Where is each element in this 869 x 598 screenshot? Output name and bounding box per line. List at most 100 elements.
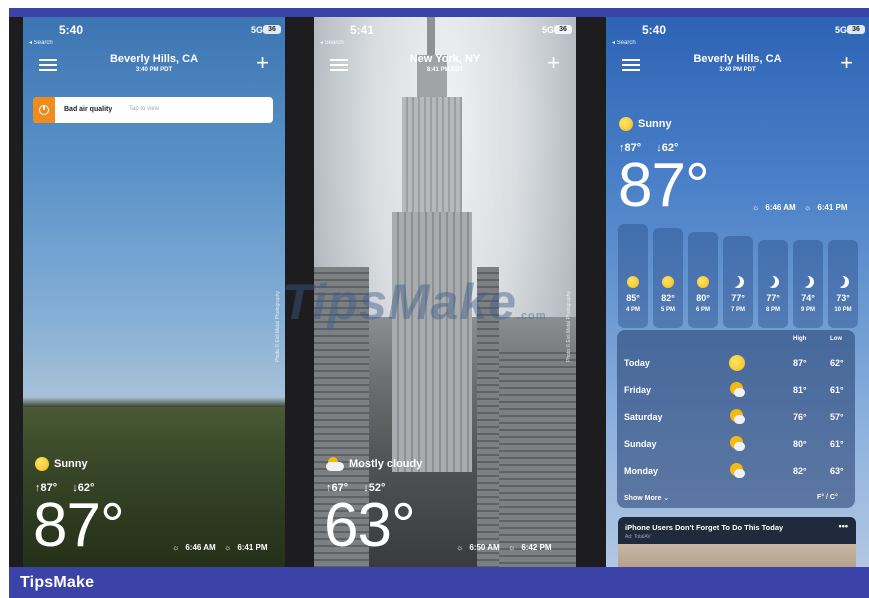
screenshot-frame: 5:40 ◂ Search 5G 36 Beverly Hills, CA 3:… [0, 0, 869, 598]
partly-cloudy-icon [729, 463, 745, 479]
daily-row[interactable]: Today 87° 62° [617, 350, 855, 377]
building-right [499, 347, 576, 567]
sun-icon [627, 276, 639, 288]
current-temp: 63° [324, 491, 416, 560]
tower-base [392, 212, 472, 472]
sunset-icon: ☼ [223, 543, 232, 552]
sunrise-icon: ☼ [172, 543, 180, 552]
partly-cloudy-icon [729, 436, 745, 452]
day-high: 76° [793, 412, 807, 422]
condition-label: Sunny [54, 458, 88, 470]
city-name: New York, NY [409, 53, 481, 65]
current-temp: 87° [618, 151, 710, 220]
clock: 5:41 [350, 23, 375, 37]
sunrise-time: 6:50 AM [469, 543, 500, 552]
day-name: Today [624, 358, 650, 368]
status-bar: 5:40 ◂ Search 5G 36 [23, 23, 285, 46]
back-to-search-link[interactable]: ◂ Search [29, 39, 53, 46]
sponsored-source: Ad: TotalAV [625, 534, 651, 540]
add-location-button[interactable]: + [840, 51, 853, 75]
current-condition: Sunny [619, 117, 672, 131]
hourly-temp: 77° [766, 293, 780, 303]
day-low: 61° [830, 385, 844, 395]
city-local-time: 3:40 PM PDT [135, 67, 173, 73]
partly-cloudy-icon [326, 457, 344, 471]
phone-screen-beverly-hills-forecast: 5:40 ◂ Search 5G 36 Beverly Hills, CA 3:… [606, 17, 869, 567]
daily-row[interactable]: Sunday 80° 61° [617, 431, 855, 458]
day-name: Friday [624, 385, 652, 395]
sunrise-icon: ☼ [456, 543, 464, 552]
sunrise-time: 6:46 AM [185, 543, 216, 552]
hourly-item: 73° 10 PM [828, 240, 858, 328]
show-more-button[interactable]: Show More ⌄ [624, 494, 669, 502]
sun-icon [697, 276, 709, 288]
location-header: Beverly Hills, CA 3:40 PM PDT + [23, 51, 285, 81]
sponsored-title: iPhone Users Don't Forget To Do This Tod… [625, 523, 784, 532]
day-high: 81° [793, 385, 807, 395]
hourly-time: 9 PM [800, 307, 815, 313]
sunrise-icon: ☼ [752, 203, 760, 212]
tower-middle [402, 97, 462, 217]
sunrise-time: 6:46 AM [765, 203, 796, 212]
city-local-time: 8:41 PM EDT [426, 67, 464, 73]
back-to-search-link[interactable]: ◂ Search [320, 39, 344, 46]
daily-row[interactable]: Friday 81° 61° [617, 377, 855, 404]
hourly-temp: 74° [801, 293, 815, 303]
battery-icon: 36 [554, 25, 572, 34]
status-bar: 5:41 ◂ Search 5G 36 [314, 23, 576, 46]
hourly-temp: 77° [731, 293, 745, 303]
day-name: Sunday [624, 439, 657, 449]
current-temp: 87° [33, 491, 125, 560]
air-quality-alert[interactable]: Bad air quality Tap to view [33, 97, 273, 123]
battery-icon: 36 [263, 25, 281, 34]
sun-times: ☼ 6:50 AM ☼ 6:42 PM [450, 543, 552, 552]
hourly-item: 74° 9 PM [793, 240, 823, 328]
units-toggle[interactable]: F° / C° [817, 494, 838, 501]
sunset-time: 6:41 PM [237, 543, 268, 552]
gutter-left [9, 17, 23, 567]
sunset-time: 6:41 PM [817, 203, 848, 212]
watermark: TipsMake.com [282, 274, 547, 330]
daily-row[interactable]: Monday 82° 63° [617, 458, 855, 485]
brand-label: TipsMake [20, 574, 95, 591]
alert-title: Bad air quality [64, 106, 113, 113]
add-location-button[interactable]: + [547, 51, 560, 75]
bottom-banner-strip [9, 567, 869, 598]
day-name: Saturday [624, 412, 663, 422]
hourly-item: 85° 4 PM [618, 224, 648, 328]
back-to-search-link[interactable]: ◂ Search [612, 39, 636, 46]
hourly-item: 77° 7 PM [723, 236, 753, 328]
low-column-header: Low [830, 336, 842, 342]
hourly-item: 80° 6 PM [688, 232, 718, 328]
sun-icon [662, 276, 674, 288]
partly-cloudy-icon [729, 382, 745, 398]
daily-row[interactable]: Saturday 76° 57° [617, 404, 855, 431]
network-indicator: 5G [541, 25, 554, 35]
clock: 5:40 [642, 23, 667, 37]
condition-label: Sunny [638, 118, 672, 130]
network-indicator: 5G [834, 25, 847, 35]
hourly-temp: 80° [696, 293, 710, 303]
high-column-header: High [793, 336, 807, 342]
add-location-button[interactable]: + [256, 51, 269, 75]
day-high: 82° [793, 466, 807, 476]
more-options-icon[interactable]: ••• [839, 521, 848, 531]
photo-credit: Photo © Evil Metal Photography [566, 291, 572, 362]
city-name: Beverly Hills, CA [109, 53, 199, 65]
sunset-time: 6:42 PM [521, 543, 552, 552]
day-high: 80° [793, 439, 807, 449]
alert-icon [33, 97, 55, 123]
day-low: 63° [830, 466, 844, 476]
city-local-time: 3:40 PM PDT [719, 67, 756, 73]
hourly-temp: 85° [626, 293, 640, 303]
hourly-forecast[interactable]: 85° 4 PM 82° 5 PM 80° 6 PM 77° 7 PM 77° 8 PM 74° 9 … [618, 224, 869, 332]
sponsored-image [618, 544, 856, 567]
sponsored-card[interactable]: iPhone Users Don't Forget To Do This Tod… [618, 517, 856, 567]
status-bar: 5:40 ◂ Search 5G 36 [606, 23, 869, 46]
gutter-middle-right [576, 17, 606, 567]
day-low: 62° [830, 358, 844, 368]
city-name: Beverly Hills, CA [693, 53, 782, 65]
daily-forecast: High Low Show More ⌄ F° / C° Today 87° 62°… [617, 330, 855, 508]
moon-icon [732, 276, 744, 288]
current-condition: Mostly cloudy [326, 457, 422, 471]
